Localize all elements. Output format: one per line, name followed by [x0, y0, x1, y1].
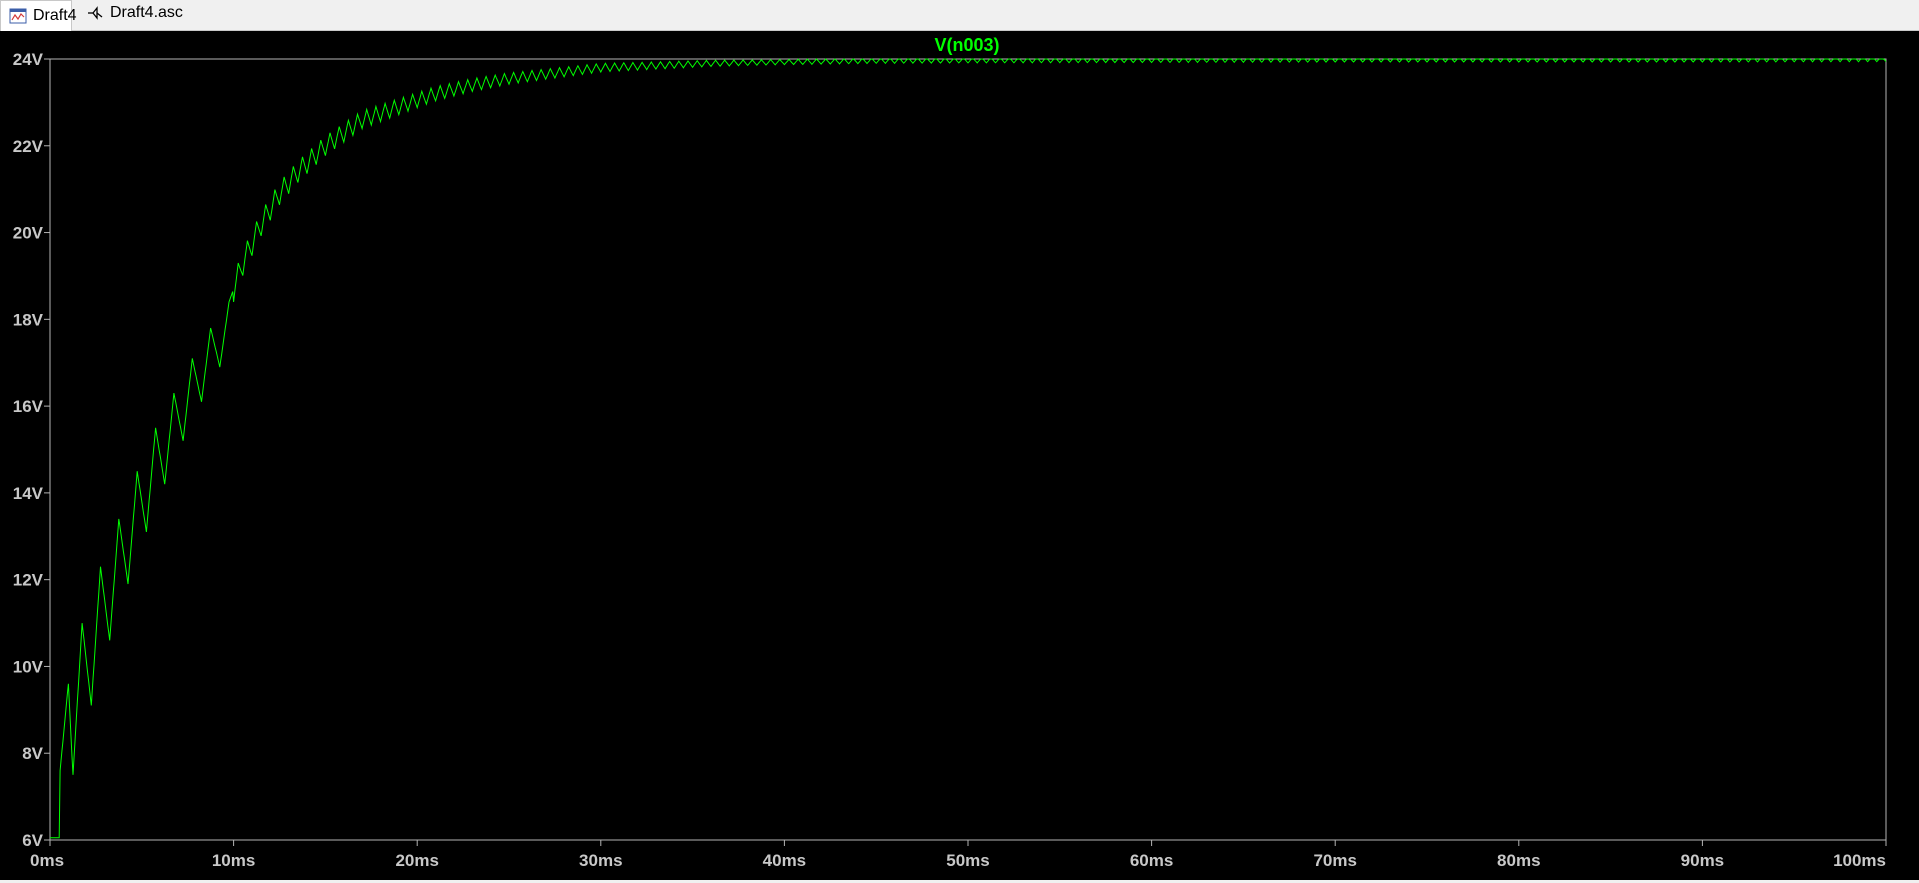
x-tick-label: 60ms	[1130, 851, 1173, 870]
y-tick-label: 20V	[13, 224, 44, 243]
y-tick-label: 18V	[13, 310, 44, 329]
schematic-icon	[86, 4, 104, 22]
tab-draft4-waveform[interactable]: Draft4	[0, 0, 77, 31]
y-tick-label: 12V	[13, 571, 44, 590]
tab-label: Draft4.asc	[110, 4, 183, 21]
y-tick-label: 22V	[13, 137, 44, 156]
x-tick-label: 30ms	[579, 851, 622, 870]
x-tick-label: 90ms	[1681, 851, 1724, 870]
x-tick-label: 50ms	[946, 851, 989, 870]
trace-title[interactable]: V(n003)	[934, 35, 999, 55]
y-tick-label: 16V	[13, 397, 44, 416]
y-tick-label: 6V	[22, 831, 43, 850]
x-tick-label: 100ms	[1833, 851, 1886, 870]
x-tick-label: 70ms	[1313, 851, 1356, 870]
x-tick-label: 10ms	[212, 851, 255, 870]
y-tick-label: 8V	[22, 744, 43, 763]
y-tick-label: 10V	[13, 657, 44, 676]
y-tick-label: 14V	[13, 484, 44, 503]
tab-draft4-schematic[interactable]: Draft4.asc	[80, 0, 190, 26]
x-tick-label: 0ms	[30, 851, 64, 870]
x-tick-label: 20ms	[395, 851, 438, 870]
waveform-chart[interactable]: 6V 8V 10V 12V 14V 16V 18V 20V 22V 24V 0ms 10ms 20ms 3…	[0, 31, 1919, 880]
tab-label: Draft4	[33, 7, 77, 24]
waveform-icon	[9, 7, 27, 25]
x-tick-label: 40ms	[763, 851, 806, 870]
y-tick-label: 24V	[13, 50, 44, 69]
waveform-plot-pane[interactable]: 6V 8V 10V 12V 14V 16V 18V 20V 22V 24V 0ms 10ms 20ms 3…	[0, 31, 1919, 880]
x-tick-label: 80ms	[1497, 851, 1540, 870]
document-tab-bar: Draft4 Draft4.asc	[0, 0, 1919, 31]
